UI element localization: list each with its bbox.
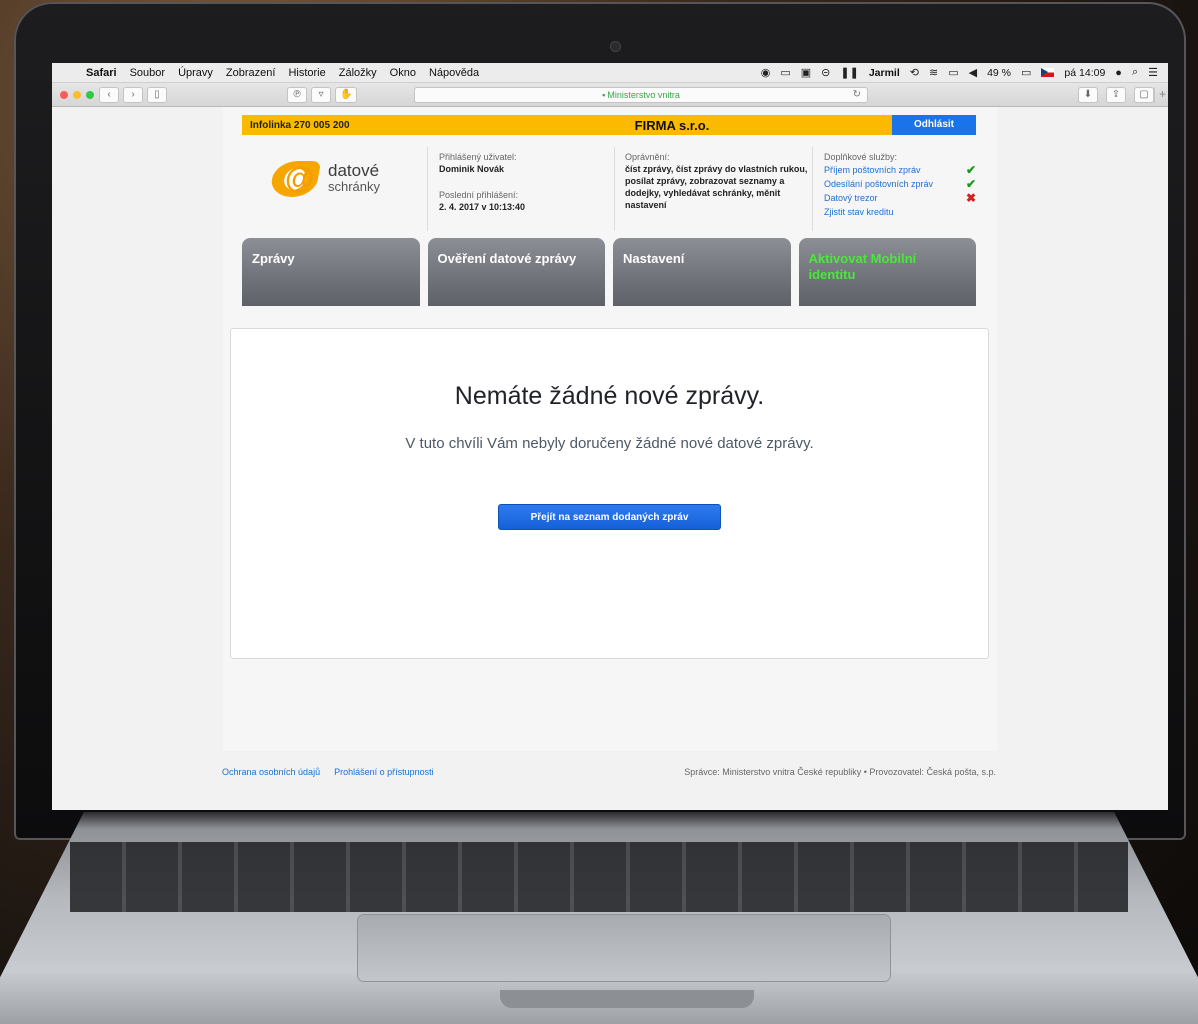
tab-overeni-datove-zpravy[interactable]: Ověření datové zprávy bbox=[427, 238, 605, 306]
divider bbox=[614, 147, 615, 231]
hand-extension-icon[interactable]: ✋ bbox=[335, 86, 358, 103]
laptop-front-notch bbox=[500, 990, 754, 1008]
footer-operator: Správce: Ministerstvo vnitra České repub… bbox=[684, 767, 996, 777]
service-link-data-vault[interactable]: Datový trezor bbox=[824, 192, 878, 204]
sidebar-toggle-button[interactable]: ▯ bbox=[147, 86, 167, 103]
menu-okno[interactable]: Okno bbox=[390, 67, 416, 79]
volume-icon[interactable]: ◀ bbox=[969, 66, 977, 79]
back-button[interactable]: ‹ bbox=[99, 86, 119, 103]
tab-nastaveni[interactable]: Nastavení bbox=[613, 238, 791, 306]
wifi-icon[interactable]: ≋ bbox=[929, 66, 938, 79]
info-bar: Infolinka 270 005 200 FIRMA s.r.o. Odhlá… bbox=[242, 115, 976, 135]
close-window-button[interactable] bbox=[60, 90, 68, 99]
cross-icon: ✖ bbox=[965, 191, 976, 205]
airplay-icon[interactable]: ▭ bbox=[948, 66, 958, 79]
at-symbol-icon: @ bbox=[285, 162, 315, 195]
logo-word-2: schránky bbox=[328, 179, 381, 194]
service-row: Datový trezor ✖ bbox=[824, 191, 976, 205]
zoom-window-button[interactable] bbox=[86, 90, 94, 99]
service-row: Příjem poštovních zpráv ✔ bbox=[824, 163, 976, 177]
service-link-outgoing-mail[interactable]: Odesílání poštovních zpráv bbox=[824, 178, 933, 190]
menu-zalozky[interactable]: Záložky bbox=[339, 67, 377, 79]
main-tabs: Zprávy Ověření datové zprávy Nastavení A… bbox=[242, 238, 976, 306]
permissions-label: Oprávnění: bbox=[625, 152, 670, 162]
menu-app-safari[interactable]: Safari bbox=[86, 67, 117, 79]
service-row: Zjistit stav kreditu bbox=[824, 205, 976, 219]
tabs-overview-button[interactable]: ▢ bbox=[1134, 87, 1154, 103]
service-link-credit-status[interactable]: Zjistit stav kreditu bbox=[824, 206, 894, 218]
reload-icon[interactable]: ↻ bbox=[853, 88, 861, 102]
user-info: Přihlášený uživatel: Dominik Novák Posle… bbox=[439, 151, 599, 213]
safari-toolbar: ‹ › ▯ ℗ ▿ ✋ ▪ Ministerstvo vnitra ↻ ⬇ ⇪ ▢… bbox=[52, 83, 1168, 107]
keyboard bbox=[70, 842, 1128, 912]
pause-icon[interactable]: ❚❚ bbox=[840, 66, 858, 79]
infoline-text: Infolinka 270 005 200 bbox=[250, 119, 350, 131]
menubar-status-area: ◉ ▭ ▣ ⊝ ❚❚ Jarmil ⟲ ≋ ▭ ◀ 49 % ▭ pá 14:0… bbox=[761, 66, 1158, 79]
header: @ datové schránky Přihlášený uživatel: D… bbox=[242, 137, 976, 237]
menu-napoveda[interactable]: Nápověda bbox=[429, 67, 479, 79]
page-title: Nemáte žádné nové zprávy. bbox=[454, 382, 765, 410]
lock-icon: ▪ bbox=[602, 90, 606, 100]
go-to-delivered-messages-button[interactable]: Přejít na seznam dodaných zpráv bbox=[498, 504, 721, 530]
tab-aktivovat-mobilni-identitu[interactable]: Aktivovat Mobilní identitu bbox=[798, 238, 976, 306]
spotlight-icon[interactable]: ⌕ bbox=[1132, 66, 1138, 79]
shield-extension-icon[interactable]: ▿ bbox=[311, 86, 331, 103]
page-container: Infolinka 270 005 200 FIRMA s.r.o. Odhlá… bbox=[223, 107, 997, 751]
minimize-window-button[interactable] bbox=[73, 90, 81, 99]
footer-links: Ochrana osobních údajů Prohlášení o přís… bbox=[222, 767, 434, 777]
downloads-button[interactable]: ⬇ bbox=[1078, 87, 1098, 103]
new-tab-button[interactable]: + bbox=[1154, 87, 1168, 103]
datove-schranky-logo[interactable]: @ datové schránky bbox=[268, 161, 392, 201]
menu-zobrazeni[interactable]: Zobrazení bbox=[226, 67, 276, 79]
menu-upravy[interactable]: Úpravy bbox=[178, 67, 213, 79]
forward-button[interactable]: › bbox=[123, 86, 143, 103]
logged-user-label: Přihlášený uživatel: bbox=[439, 152, 517, 162]
battery-percent[interactable]: 49 % bbox=[987, 67, 1011, 79]
camera bbox=[611, 42, 620, 51]
service-link-incoming-mail[interactable]: Příjem poštovních zpráv bbox=[824, 164, 921, 176]
address-text: Ministerstvo vnitra bbox=[607, 90, 680, 100]
toolbar-right: ⬇ ⇪ ▢ bbox=[1078, 87, 1158, 103]
cloud-icon[interactable]: ◉ bbox=[761, 66, 771, 79]
trackpad bbox=[358, 915, 890, 981]
tab-zpravy[interactable]: Zprávy bbox=[242, 238, 420, 306]
divider bbox=[427, 147, 428, 231]
logout-button[interactable]: Odhlásit bbox=[892, 115, 976, 135]
address-bar[interactable]: ▪ Ministerstvo vnitra ↻ bbox=[414, 87, 868, 103]
do-not-disturb-icon[interactable]: ⊝ bbox=[821, 66, 830, 79]
screen: Safari Soubor Úpravy Zobrazení Historie … bbox=[52, 63, 1168, 810]
last-login-label: Poslední přihlášení: bbox=[439, 190, 519, 200]
permissions-value: číst zprávy, číst zprávy do vlastních ru… bbox=[625, 164, 808, 210]
share-button[interactable]: ⇪ bbox=[1106, 87, 1126, 103]
czech-flag-icon[interactable] bbox=[1041, 68, 1055, 77]
web-page: Infolinka 270 005 200 FIRMA s.r.o. Odhlá… bbox=[52, 107, 1168, 809]
divider bbox=[812, 147, 813, 231]
menubar-clock[interactable]: pá 14:09 bbox=[1064, 67, 1105, 79]
user-icon[interactable]: ● bbox=[1115, 67, 1122, 79]
privacy-link[interactable]: Ochrana osobních údajů bbox=[222, 767, 320, 777]
additional-services: Doplňkové služby: Příjem poštovních zprá… bbox=[824, 151, 976, 219]
logged-user-value: Dominik Novák bbox=[439, 164, 505, 174]
service-row: Odesílání poštovních zpráv ✔ bbox=[824, 177, 976, 191]
menu-soubor[interactable]: Soubor bbox=[130, 67, 165, 79]
notification-center-icon[interactable]: ☰ bbox=[1148, 66, 1158, 79]
pinterest-extension-icon[interactable]: ℗ bbox=[287, 86, 307, 103]
battery-icon[interactable]: ▭ bbox=[1021, 66, 1031, 79]
services-label: Doplňkové služby: bbox=[824, 152, 898, 162]
mac-menubar: Safari Soubor Úpravy Zobrazení Historie … bbox=[52, 63, 1168, 83]
menu-historie[interactable]: Historie bbox=[288, 67, 325, 79]
menubar-user[interactable]: Jarmil bbox=[869, 67, 900, 79]
checkmark-icon: ✔ bbox=[965, 177, 976, 191]
permissions: Oprávnění: číst zprávy, číst zprávy do v… bbox=[625, 151, 811, 211]
app-icon[interactable]: ▣ bbox=[801, 66, 811, 79]
logo-word-1: datové bbox=[328, 161, 380, 180]
message-panel: Nemáte žádné nové zprávy. V tuto chvíli … bbox=[230, 328, 989, 659]
time-machine-icon[interactable]: ⟲ bbox=[910, 66, 919, 79]
last-login-value: 2. 4. 2017 v 10:13:40 bbox=[439, 202, 526, 212]
company-name: FIRMA s.r.o. bbox=[634, 117, 710, 133]
screen-icon[interactable]: ▭ bbox=[780, 66, 790, 79]
page-subtitle: V tuto chvíli Vám nebyly doručeny žádné … bbox=[405, 435, 814, 452]
accessibility-link[interactable]: Prohlášení o přístupnosti bbox=[334, 767, 434, 777]
checkmark-icon: ✔ bbox=[965, 163, 976, 177]
